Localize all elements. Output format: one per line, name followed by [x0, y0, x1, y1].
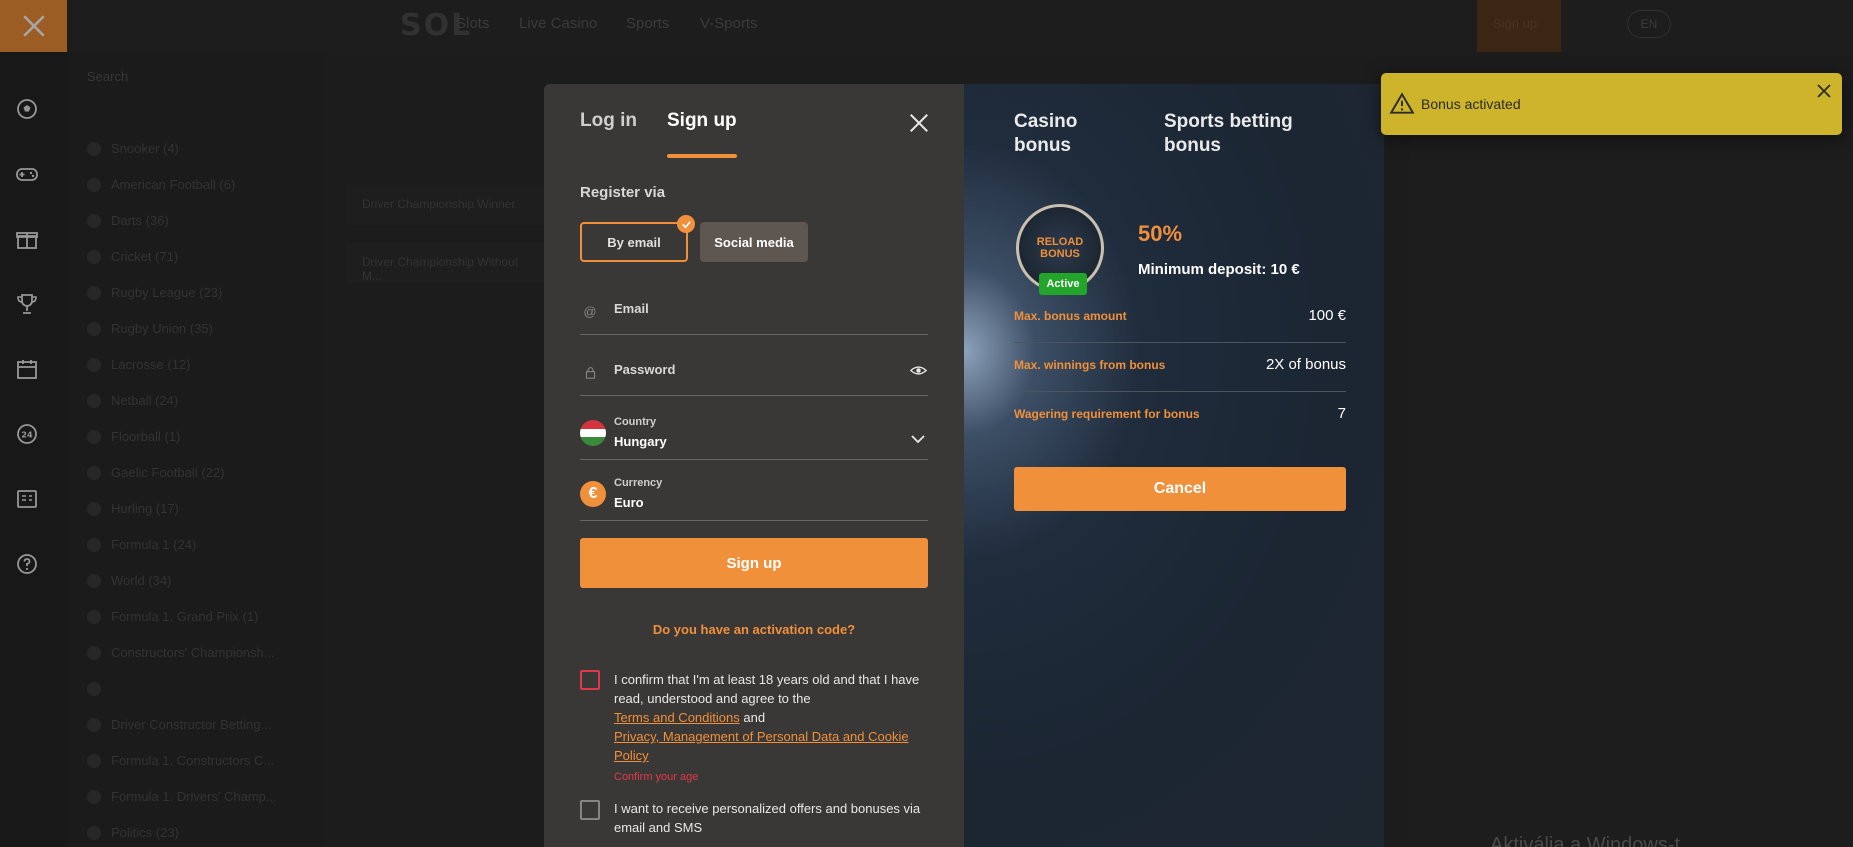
country-label: Country [614, 416, 657, 428]
bonus-row-key: Wagering requirement for bonus [1014, 407, 1200, 421]
register-via-label: Register via [580, 184, 666, 201]
age-consent-checkbox[interactable] [580, 670, 600, 690]
lock-icon [580, 362, 600, 382]
bonus-panel: Casino bonus Sports betting bonus RELOAD… [964, 84, 1384, 847]
toast-message: Bonus activated [1421, 96, 1521, 112]
age-consent-text: I confirm that I'm at least 18 years old… [614, 670, 934, 765]
email-field[interactable]: @ Email [580, 299, 928, 335]
cancel-bonus-button[interactable]: Cancel [1014, 467, 1346, 511]
bonus-percent: 50% [1138, 221, 1183, 246]
active-status-badge: Active [1039, 273, 1087, 295]
bonus-row-value: 2X of bonus [1265, 356, 1346, 373]
consent-text: I confirm that I'm at least 18 years old… [614, 672, 920, 706]
bonus-row-key: Max. winnings from bonus [1014, 358, 1166, 372]
badge-text: RELOAD BONUS [1036, 236, 1084, 260]
toast-close-icon[interactable] [1816, 83, 1832, 99]
bonus-row-wagering: Wagering requirement for bonus 7 [1014, 393, 1346, 441]
offers-checkbox[interactable] [580, 800, 600, 820]
register-by-email-button[interactable]: By email [580, 222, 688, 262]
modal-close-button[interactable] [906, 110, 932, 136]
check-icon [677, 215, 695, 233]
country-select[interactable]: Country Hungary [580, 410, 928, 460]
bonus-row-value: 100 € [1308, 307, 1346, 324]
bonus-row-max-winnings: Max. winnings from bonus 2X of bonus [1014, 344, 1346, 392]
tab-sports-bonus[interactable]: Sports betting bonus [1164, 110, 1334, 158]
at-sign-icon: @ [583, 303, 597, 319]
signup-modal: Log in Sign up Register via By email Soc… [544, 84, 964, 847]
currency-field[interactable]: € Currency Euro [580, 471, 928, 521]
euro-icon: € [580, 481, 606, 507]
currency-label: Currency [614, 477, 663, 489]
chevron-down-icon [910, 431, 926, 452]
age-error-text: Confirm your age [614, 771, 699, 783]
terms-link[interactable]: Terms and Conditions [614, 710, 740, 725]
country-value: Hungary [614, 434, 667, 449]
bonus-row-key: Max. bonus amount [1014, 309, 1127, 323]
consent-and: and [743, 710, 766, 725]
activation-code-link[interactable]: Do you have an activation code? [580, 622, 928, 637]
hungary-flag-icon [580, 420, 606, 446]
privacy-policy-link[interactable]: Privacy, Management of Personal Data and… [614, 729, 909, 763]
password-placeholder: Password [614, 362, 676, 377]
windows-watermark: Aktiválja a Windows-t [1490, 834, 1681, 847]
tab-signup[interactable]: Sign up [667, 110, 737, 132]
email-placeholder: Email [614, 301, 649, 316]
currency-value: Euro [614, 495, 644, 510]
tab-login[interactable]: Log in [580, 110, 637, 132]
register-by-social-button[interactable]: Social media [700, 222, 808, 262]
close-icon [910, 114, 928, 132]
bonus-row-value: 7 [1337, 405, 1346, 422]
warning-icon [1389, 92, 1415, 114]
bonus-activated-toast: Bonus activated [1381, 73, 1842, 135]
bonus-row-max-amount: Max. bonus amount 100 € [1014, 295, 1346, 343]
signup-submit-button[interactable]: Sign up [580, 538, 928, 588]
show-password-eye-icon[interactable] [909, 362, 928, 380]
tab-casino-bonus[interactable]: Casino bonus [1014, 110, 1124, 158]
minimum-deposit: Minimum deposit: 10 € [1138, 261, 1300, 278]
offers-text: I want to receive personalized offers an… [614, 801, 921, 835]
active-tab-indicator [667, 154, 737, 158]
password-field[interactable]: Password [580, 360, 928, 396]
